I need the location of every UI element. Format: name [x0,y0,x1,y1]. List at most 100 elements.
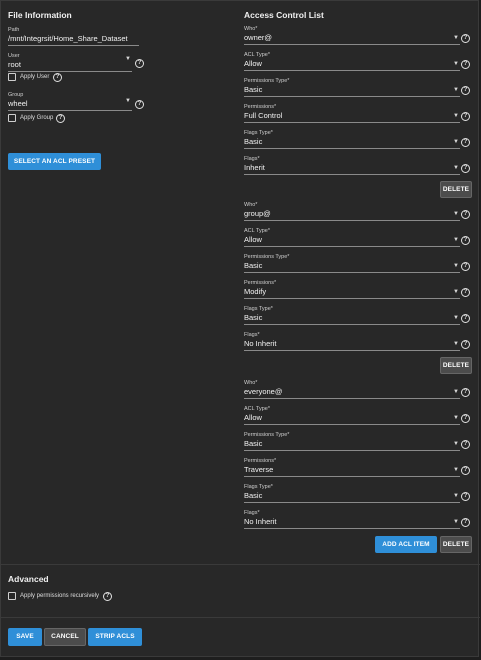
chevron-down-icon[interactable]: ▼ [453,440,459,448]
help-icon[interactable]: ? [461,414,470,423]
flags-type-value[interactable]: Basic [244,137,460,147]
help-icon[interactable]: ? [461,164,470,173]
acl-item-2-permissions-select[interactable]: Permissions* Modify [244,280,460,299]
chevron-down-icon[interactable]: ▼ [453,518,459,526]
help-icon[interactable]: ? [461,262,470,271]
help-icon[interactable]: ? [461,86,470,95]
apply-group-box[interactable] [8,114,16,122]
chevron-down-icon[interactable]: ▼ [453,164,459,172]
acl-item-1-acl-type-select[interactable]: ACL Type* Allow [244,52,460,71]
acl-item-1-flags-type-select[interactable]: Flags Type* Basic [244,130,460,149]
help-icon[interactable]: ? [461,138,470,147]
flags-type-value[interactable]: Basic [244,491,460,501]
help-icon[interactable]: ? [461,314,470,323]
apply-user-checkbox[interactable]: Apply User [8,73,49,81]
user-dropdown-icon[interactable]: ▼ [125,55,131,63]
chevron-down-icon[interactable]: ▼ [453,466,459,474]
acl-item-1-permissions-select[interactable]: Permissions* Full Control [244,104,460,123]
apply-group-label: Apply Group [20,115,54,121]
help-icon[interactable]: ? [461,340,470,349]
acl-item-1-delete-button[interactable]: DELETE [440,181,472,198]
acl-item-1-flags-select[interactable]: Flags* Inherit [244,156,460,175]
acl-item-2-delete-button[interactable]: DELETE [440,357,472,374]
apply-group-checkbox[interactable]: Apply Group [8,114,53,122]
user-select[interactable]: User root [8,53,132,72]
chevron-down-icon[interactable]: ▼ [453,288,459,296]
permissions-type-value[interactable]: Basic [244,261,460,271]
group-select[interactable]: Group wheel [8,92,132,111]
chevron-down-icon[interactable]: ▼ [453,492,459,500]
group-help-icon[interactable]: ? [135,100,144,109]
group-value[interactable]: wheel [8,99,132,109]
acl-item-2-permissions-type-select[interactable]: Permissions Type* Basic [244,254,460,273]
help-icon[interactable]: ? [461,34,470,43]
flags-value[interactable]: No Inherit [244,517,460,527]
acl-item-3-flags-type-select[interactable]: Flags Type* Basic [244,484,460,503]
acl-item-2-acl-type-select[interactable]: ACL Type* Allow [244,228,460,247]
who-value[interactable]: group@ [244,209,460,219]
acl-item-3-permissions-select[interactable]: Permissions* Traverse [244,458,460,477]
acl-item-1-who-select[interactable]: Who* owner@ [244,26,460,45]
apply-user-box[interactable] [8,73,16,81]
acl-item-3-permissions-type-select[interactable]: Permissions Type* Basic [244,432,460,451]
help-icon[interactable]: ? [461,492,470,501]
help-icon[interactable]: ? [461,112,470,121]
acl-item-3-acl-type-select[interactable]: ACL Type* Allow [244,406,460,425]
chevron-down-icon[interactable]: ▼ [453,262,459,270]
who-value[interactable]: owner@ [244,33,460,43]
save-button[interactable]: SAVE [8,628,42,646]
permissions-value[interactable]: Traverse [244,465,460,475]
help-icon[interactable]: ? [461,236,470,245]
user-help-icon[interactable]: ? [135,59,144,68]
acl-item-3-who-select[interactable]: Who* everyone@ [244,380,460,399]
flags-value[interactable]: Inherit [244,163,460,173]
help-icon[interactable]: ? [461,288,470,297]
path-value[interactable]: /mnt/Integrsit/Home_Share_Dataset [8,34,139,44]
help-icon[interactable]: ? [461,388,470,397]
cancel-button[interactable]: CANCEL [44,628,86,646]
acl-item-1-permissions-type-select[interactable]: Permissions Type* Basic [244,78,460,97]
acl-item-2-flags-type-select[interactable]: Flags Type* Basic [244,306,460,325]
chevron-down-icon[interactable]: ▼ [453,414,459,422]
permissions-value[interactable]: Modify [244,287,460,297]
acl-type-value[interactable]: Allow [244,413,460,423]
help-icon[interactable]: ? [461,210,470,219]
chevron-down-icon[interactable]: ▼ [453,340,459,348]
chevron-down-icon[interactable]: ▼ [453,138,459,146]
help-icon[interactable]: ? [461,518,470,527]
help-icon[interactable]: ? [461,440,470,449]
chevron-down-icon[interactable]: ▼ [453,112,459,120]
acl-type-value[interactable]: Allow [244,235,460,245]
acl-type-value[interactable]: Allow [244,59,460,69]
who-value[interactable]: everyone@ [244,387,460,397]
chevron-down-icon[interactable]: ▼ [453,236,459,244]
permissions-value[interactable]: Full Control [244,111,460,121]
apply-recursively-box[interactable] [8,592,16,600]
flags-type-value[interactable]: Basic [244,313,460,323]
acl-item-3-flags-select[interactable]: Flags* No Inherit [244,510,460,529]
help-icon[interactable]: ? [461,60,470,69]
path-field[interactable]: Path /mnt/Integrsit/Home_Share_Dataset [8,27,139,46]
group-dropdown-icon[interactable]: ▼ [125,97,131,105]
apply-recursively-help-icon[interactable]: ? [103,592,112,601]
permissions-type-value[interactable]: Basic [244,439,460,449]
acl-item-2-flags-select[interactable]: Flags* No Inherit [244,332,460,351]
help-icon[interactable]: ? [461,466,470,475]
chevron-down-icon[interactable]: ▼ [453,86,459,94]
add-acl-item-button[interactable]: ADD ACL ITEM [375,536,437,553]
apply-user-help-icon[interactable]: ? [53,73,62,82]
apply-recursively-checkbox[interactable]: Apply permissions recursively [8,592,99,600]
select-acl-preset-button[interactable]: SELECT AN ACL PRESET [8,153,101,170]
chevron-down-icon[interactable]: ▼ [453,314,459,322]
chevron-down-icon[interactable]: ▼ [453,210,459,218]
permissions-type-value[interactable]: Basic [244,85,460,95]
chevron-down-icon[interactable]: ▼ [453,34,459,42]
flags-value[interactable]: No Inherit [244,339,460,349]
strip-acls-button[interactable]: STRIP ACLS [88,628,142,646]
delete-button[interactable]: DELETE [440,536,472,553]
chevron-down-icon[interactable]: ▼ [453,388,459,396]
chevron-down-icon[interactable]: ▼ [453,60,459,68]
apply-group-help-icon[interactable]: ? [56,114,65,123]
acl-item-2-who-select[interactable]: Who* group@ [244,202,460,221]
user-value[interactable]: root [8,60,132,70]
